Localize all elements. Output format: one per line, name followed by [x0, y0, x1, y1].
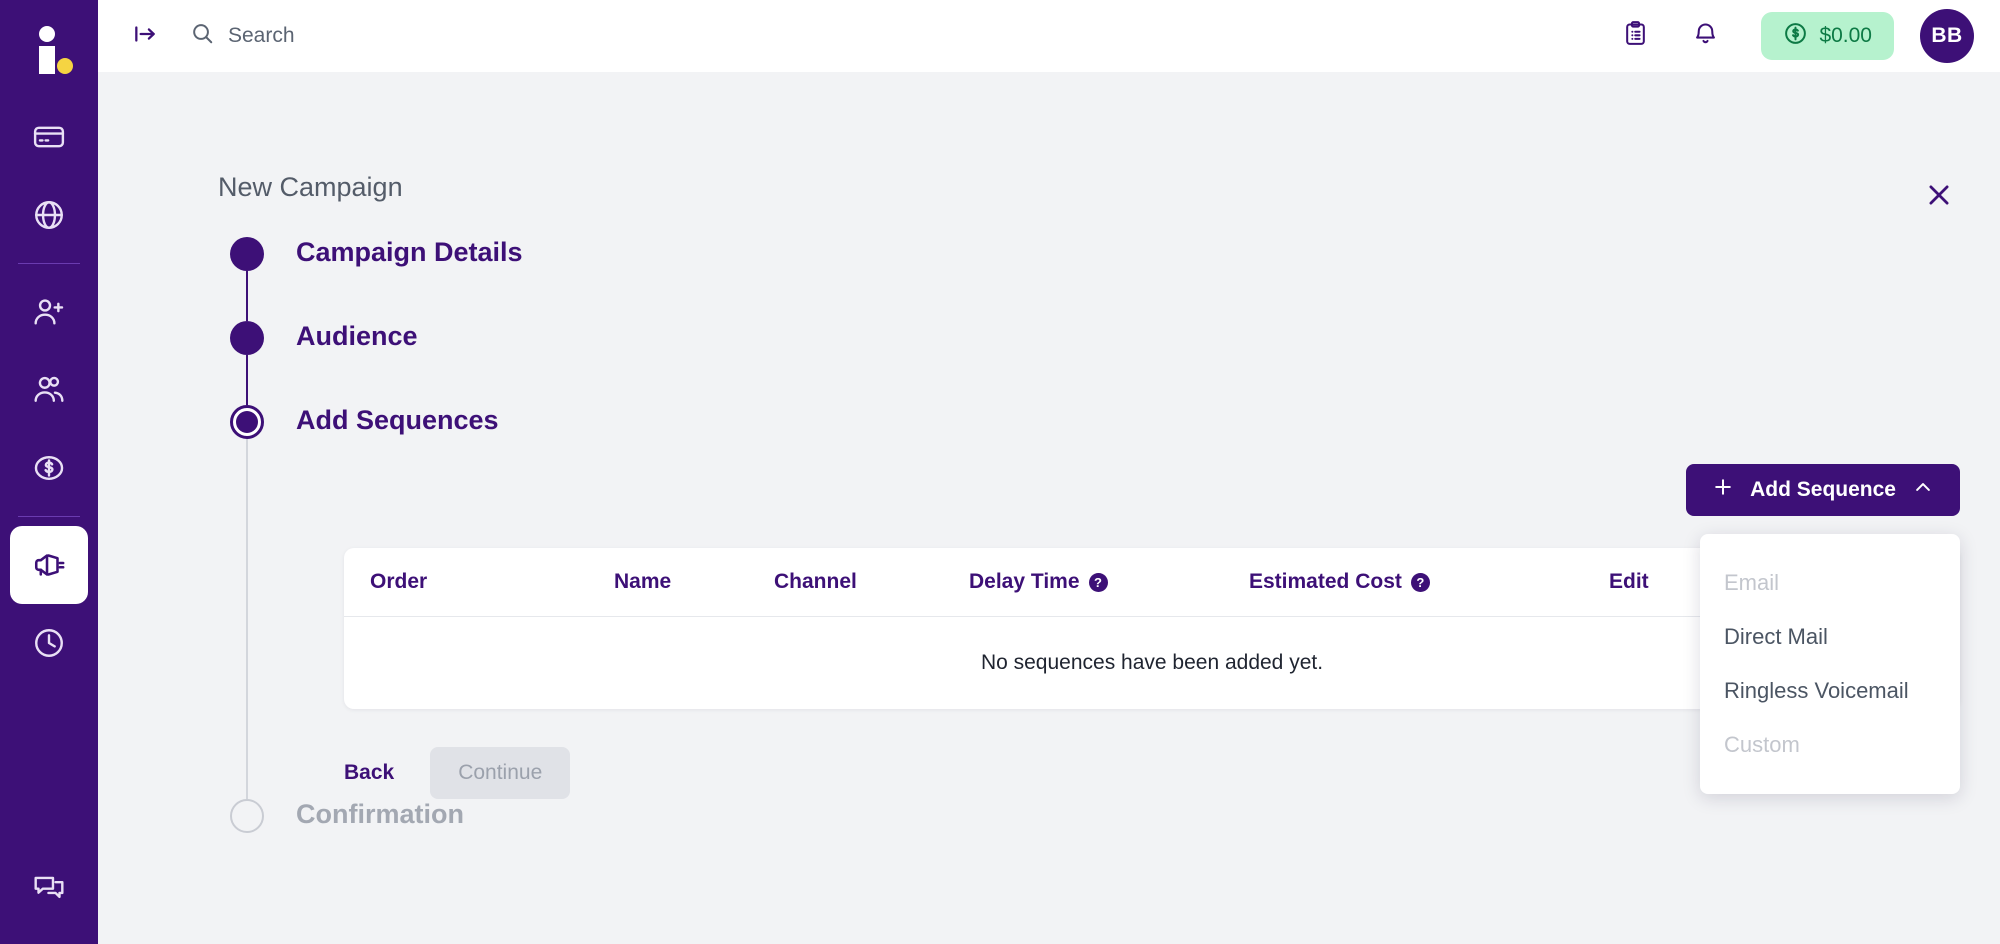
tasks-button[interactable] — [1613, 14, 1657, 58]
column-header-delay-time: Delay Time ? — [969, 548, 1249, 617]
help-icon[interactable]: ? — [1088, 572, 1108, 592]
add-sequence-button[interactable]: Add Sequence — [1686, 464, 1960, 516]
sidebar-item-history[interactable] — [10, 604, 88, 682]
step-body: Campaign Details — [276, 237, 2000, 321]
help-icon[interactable]: ? — [1410, 572, 1430, 592]
credit-card-icon — [32, 120, 66, 154]
dropdown-item-email[interactable]: Email — [1700, 556, 1960, 610]
step-bullet-pending — [230, 799, 264, 833]
step-label: Add Sequences — [296, 405, 499, 435]
step-label: Audience — [296, 321, 418, 351]
dropdown-item-ringless-voicemail[interactable]: Ringless Voicemail — [1700, 664, 1960, 718]
wallet-balance[interactable]: $0.00 — [1761, 12, 1894, 60]
sidebar-item-messages[interactable] — [10, 848, 88, 926]
users-icon — [32, 373, 66, 407]
search-input[interactable] — [228, 24, 528, 48]
bell-icon — [1692, 20, 1719, 52]
sidebar-item-billing[interactable] — [10, 98, 88, 176]
sidebar-item-contacts[interactable] — [10, 351, 88, 429]
step-connector — [246, 355, 248, 405]
collapse-sidebar-button[interactable] — [126, 17, 164, 55]
column-label: Name — [614, 570, 672, 593]
dropdown-item-custom[interactable]: Custom — [1700, 718, 1960, 772]
step-connector — [246, 439, 248, 799]
column-label: Estimated Cost — [1249, 570, 1402, 593]
column-header-channel: Channel — [774, 548, 969, 617]
sidebar — [0, 0, 98, 944]
globe-icon — [32, 198, 66, 232]
stepper-step-add-sequences: Add Sequences Add Sequence Email Direct … — [218, 405, 2000, 799]
app-root: $0.00 BB New Campaign — [0, 0, 2000, 944]
search-icon — [190, 21, 215, 51]
step-bullet-current — [230, 405, 264, 439]
column-label: Delay Time — [969, 570, 1080, 593]
top-bar: $0.00 BB — [98, 0, 2000, 72]
search-box[interactable] — [190, 21, 528, 51]
logo-i-dot-icon — [27, 24, 73, 74]
step-label: Campaign Details — [296, 237, 523, 267]
megaphone-icon — [32, 548, 66, 582]
clock-icon — [32, 626, 66, 660]
step-body: Audience — [276, 321, 2000, 405]
step-connector — [246, 271, 248, 321]
chevron-up-icon — [1912, 476, 1934, 504]
column-header-order: Order — [344, 548, 614, 617]
step-marker-col — [218, 321, 276, 405]
column-label: Channel — [774, 570, 857, 593]
sidebar-item-deals[interactable] — [10, 429, 88, 507]
continue-button[interactable]: Continue — [430, 747, 571, 799]
new-campaign-page: New Campaign Campaign Details Audience A… — [98, 72, 2000, 944]
app-logo[interactable] — [0, 0, 98, 98]
column-header-estimated-cost: Estimated Cost ? — [1249, 548, 1609, 617]
column-header-name: Name — [614, 548, 774, 617]
dollar-circle-icon — [32, 451, 66, 485]
step-body: Confirmation — [276, 799, 2000, 833]
close-button[interactable] — [1922, 180, 1956, 214]
dropdown-item-direct-mail[interactable]: Direct Mail — [1700, 610, 1960, 664]
sequences-section: Add Sequence Email Direct Mail Ringless … — [286, 434, 2000, 799]
step-bullet-done — [230, 321, 264, 355]
wallet-amount: $0.00 — [1819, 24, 1872, 47]
plus-icon — [1712, 476, 1734, 504]
stepper-step-confirmation: Confirmation — [218, 799, 2000, 833]
add-sequence-button-label: Add Sequence — [1750, 478, 1896, 501]
column-label: Edit — [1609, 570, 1649, 593]
user-plus-icon — [32, 295, 66, 329]
step-marker-col — [218, 799, 276, 833]
page-title: New Campaign — [218, 172, 403, 202]
notifications-button[interactable] — [1683, 14, 1727, 58]
step-label: Confirmation — [296, 799, 464, 829]
back-button[interactable]: Back — [344, 747, 394, 799]
sidebar-item-add-contact[interactable] — [10, 273, 88, 351]
stepper-step-audience[interactable]: Audience — [218, 321, 2000, 405]
main-area: $0.00 BB New Campaign — [98, 0, 2000, 944]
dollar-circle-icon — [1783, 21, 1808, 51]
stepper-step-campaign-details[interactable]: Campaign Details — [218, 237, 2000, 321]
step-bullet-done — [230, 237, 264, 271]
clipboard-list-icon — [1622, 20, 1649, 52]
sidebar-divider-2 — [18, 516, 80, 517]
sidebar-item-campaigns[interactable] — [10, 526, 88, 604]
step-marker-col — [218, 405, 276, 799]
chat-icon — [32, 870, 66, 904]
collapse-panel-icon — [132, 21, 158, 52]
add-sequence-row: Add Sequence — [286, 464, 2000, 516]
campaign-stepper: Campaign Details Audience Add Sequences … — [218, 237, 2000, 833]
avatar[interactable]: BB — [1920, 9, 1974, 63]
add-sequence-dropdown-menu: Email Direct Mail Ringless Voicemail Cus… — [1700, 534, 1960, 794]
step-body: Add Sequences Add Sequence Email Direct … — [276, 405, 2000, 799]
close-icon — [1924, 180, 1954, 215]
sidebar-item-network[interactable] — [10, 176, 88, 254]
sidebar-divider — [18, 263, 80, 264]
column-label: Order — [370, 570, 428, 593]
step-marker-col — [218, 237, 276, 321]
